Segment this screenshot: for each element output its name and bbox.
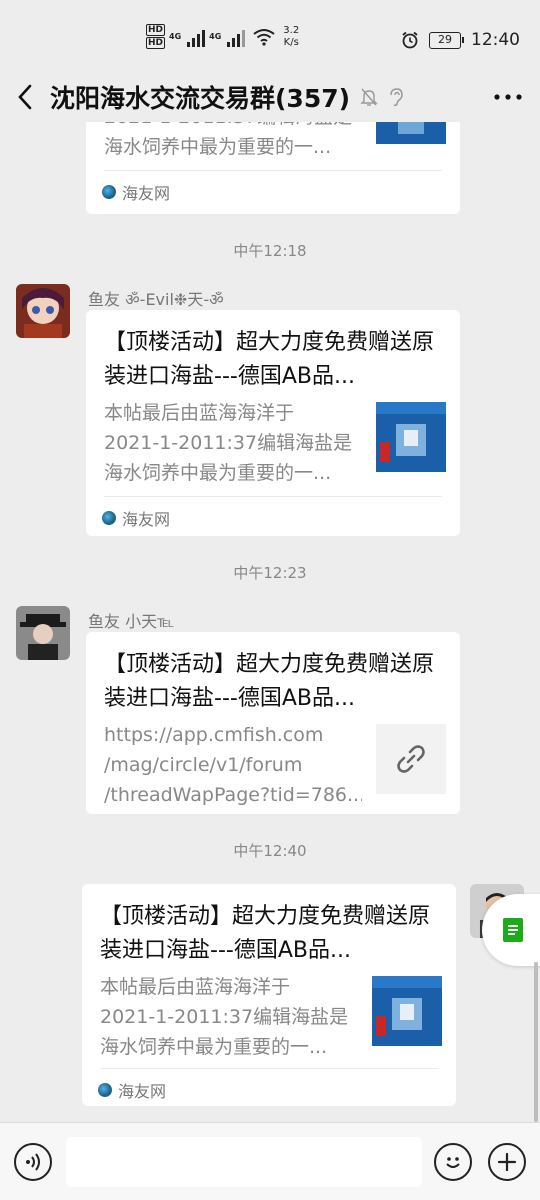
document-icon [503, 918, 523, 942]
desc-line: 2021-1-2011:37编辑海盐是 [104, 432, 353, 454]
link-icon [397, 745, 425, 773]
status-network: HD HD 4G 4G 3.2 K/s [146, 24, 299, 49]
hd-indicators: HD HD [146, 24, 166, 49]
source-label: 海友网 [118, 1082, 167, 1101]
card-title: 【顶楼活动】超大力度免费赠送原装进口海盐---德国AB品... [104, 330, 435, 389]
voice-icon [26, 1153, 40, 1171]
avatar[interactable] [16, 284, 70, 338]
desc-line: 2021-1-2011:37编辑海盐是 [104, 122, 362, 132]
message-input[interactable] [66, 1137, 422, 1187]
card-source: 海友网 [98, 1078, 166, 1102]
desc-line: 本帖最后由蓝海海洋于 [104, 402, 295, 424]
battery-icon: 29 [429, 31, 464, 49]
desc-line: 海水饲养中最为重要的一... [104, 462, 332, 484]
link-card[interactable]: 【顶楼活动】超大力度免费赠送原装进口海盐---德国AB品... 本帖最后由蓝海海… [82, 884, 456, 1106]
link-card[interactable]: 2021-1-2011:37编辑海盐是 海水饲养中最为重要的一... 海友网 [86, 122, 460, 214]
desc-line: https://app.cmfish.com [104, 724, 324, 746]
status-time: 12:40 [471, 30, 520, 50]
card-description: 本帖最后由蓝海海洋于 2021-1-2011:37编辑海盐是 海水饲养中最为重要… [104, 398, 362, 488]
sender-name: 鱼友 ॐ-Evil❉天-ॐ [88, 290, 224, 309]
desc-line: 2021-1-2011:37编辑海盐是 [100, 1006, 349, 1028]
avatar[interactable] [16, 606, 70, 660]
hd-badge-1: HD [146, 24, 166, 36]
card-divider [104, 496, 442, 497]
desc-line: /threadWapPage?tid=786... [104, 784, 362, 806]
source-label: 海友网 [122, 184, 171, 203]
plus-icon [497, 1152, 517, 1172]
link-thumbnail [376, 724, 446, 794]
card-thumbnail [376, 122, 446, 144]
card-title: 【顶楼活动】超大力度免费赠送原装进口海盐---德国AB品... [100, 904, 431, 963]
card-thumbnail [376, 402, 446, 472]
sender-name: 鱼友 小天℡ [88, 612, 175, 631]
alarm-icon [402, 31, 418, 49]
back-button[interactable] [0, 72, 50, 122]
header-status-icons [360, 87, 404, 107]
desc-line: /mag/circle/v1/forum [104, 754, 303, 776]
wifi-icon [253, 28, 275, 46]
voice-button[interactable] [14, 1143, 52, 1181]
card-description: https://app.cmfish.com /mag/circle/v1/fo… [104, 720, 362, 810]
desc-line: 本帖最后由蓝海海洋于 [100, 976, 291, 998]
net-label-2: 4G [209, 32, 222, 41]
signal-icon-1 [187, 27, 206, 47]
source-globe-icon [102, 511, 116, 525]
hd-badge-2: HD [146, 37, 166, 49]
emoji-icon [446, 1157, 460, 1168]
emoji-button[interactable] [434, 1143, 472, 1181]
status-bar: HD HD 4G 4G 3.2 K/s 29 12:40 [0, 0, 540, 72]
card-divider [100, 1068, 438, 1069]
scrollbar[interactable] [534, 962, 538, 1122]
chevron-left-icon [18, 84, 32, 110]
status-right: 29 12:40 [401, 30, 520, 50]
add-attachment-button[interactable] [488, 1143, 526, 1181]
page-title: 沈阳海水交流交易群(357) [50, 84, 351, 113]
chat-area[interactable]: 2021-1-2011:37编辑海盐是 海水饲养中最为重要的一... 海友网 中… [0, 122, 540, 1122]
signal-icon-2 [227, 27, 246, 47]
link-card[interactable]: 【顶楼活动】超大力度免费赠送原装进口海盐---德国AB品... https://… [86, 632, 460, 814]
source-globe-icon [102, 185, 116, 199]
mute-bell-icon [360, 88, 378, 106]
card-thumbnail [372, 976, 442, 1046]
desc-line: 海水饲养中最为重要的一... [100, 1036, 328, 1058]
more-options-button[interactable] [490, 80, 526, 114]
more-dots-icon [494, 94, 522, 100]
link-card[interactable]: 【顶楼活动】超大力度免费赠送原装进口海盐---德国AB品... 本帖最后由蓝海海… [86, 310, 460, 536]
source-globe-icon [98, 1083, 112, 1097]
card-description: 本帖最后由蓝海海洋于 2021-1-2011:37编辑海盐是 海水饲养中最为重要… [100, 972, 358, 1062]
ear-icon [390, 88, 403, 107]
chat-header: 沈阳海水交流交易群(357) [0, 72, 540, 122]
message-timestamp: 中午12:18 [233, 242, 307, 260]
network-speed: 3.2 K/s [283, 25, 299, 49]
source-label: 海友网 [122, 510, 171, 529]
card-description: 2021-1-2011:37编辑海盐是 海水饲养中最为重要的一... [104, 122, 362, 162]
message-timestamp: 中午12:23 [233, 564, 307, 582]
input-bar [0, 1122, 540, 1200]
message-timestamp: 中午12:40 [233, 842, 307, 860]
net-label-1: 4G [169, 32, 182, 41]
card-source: 海友网 [102, 180, 170, 204]
card-title: 【顶楼活动】超大力度免费赠送原装进口海盐---德国AB品... [104, 652, 435, 711]
speed-unit: K/s [283, 36, 299, 48]
card-source: 海友网 [102, 506, 170, 530]
speed-value: 3.2 [283, 24, 300, 36]
card-divider [104, 170, 442, 171]
desc-line: 海水饲养中最为重要的一... [104, 136, 332, 158]
